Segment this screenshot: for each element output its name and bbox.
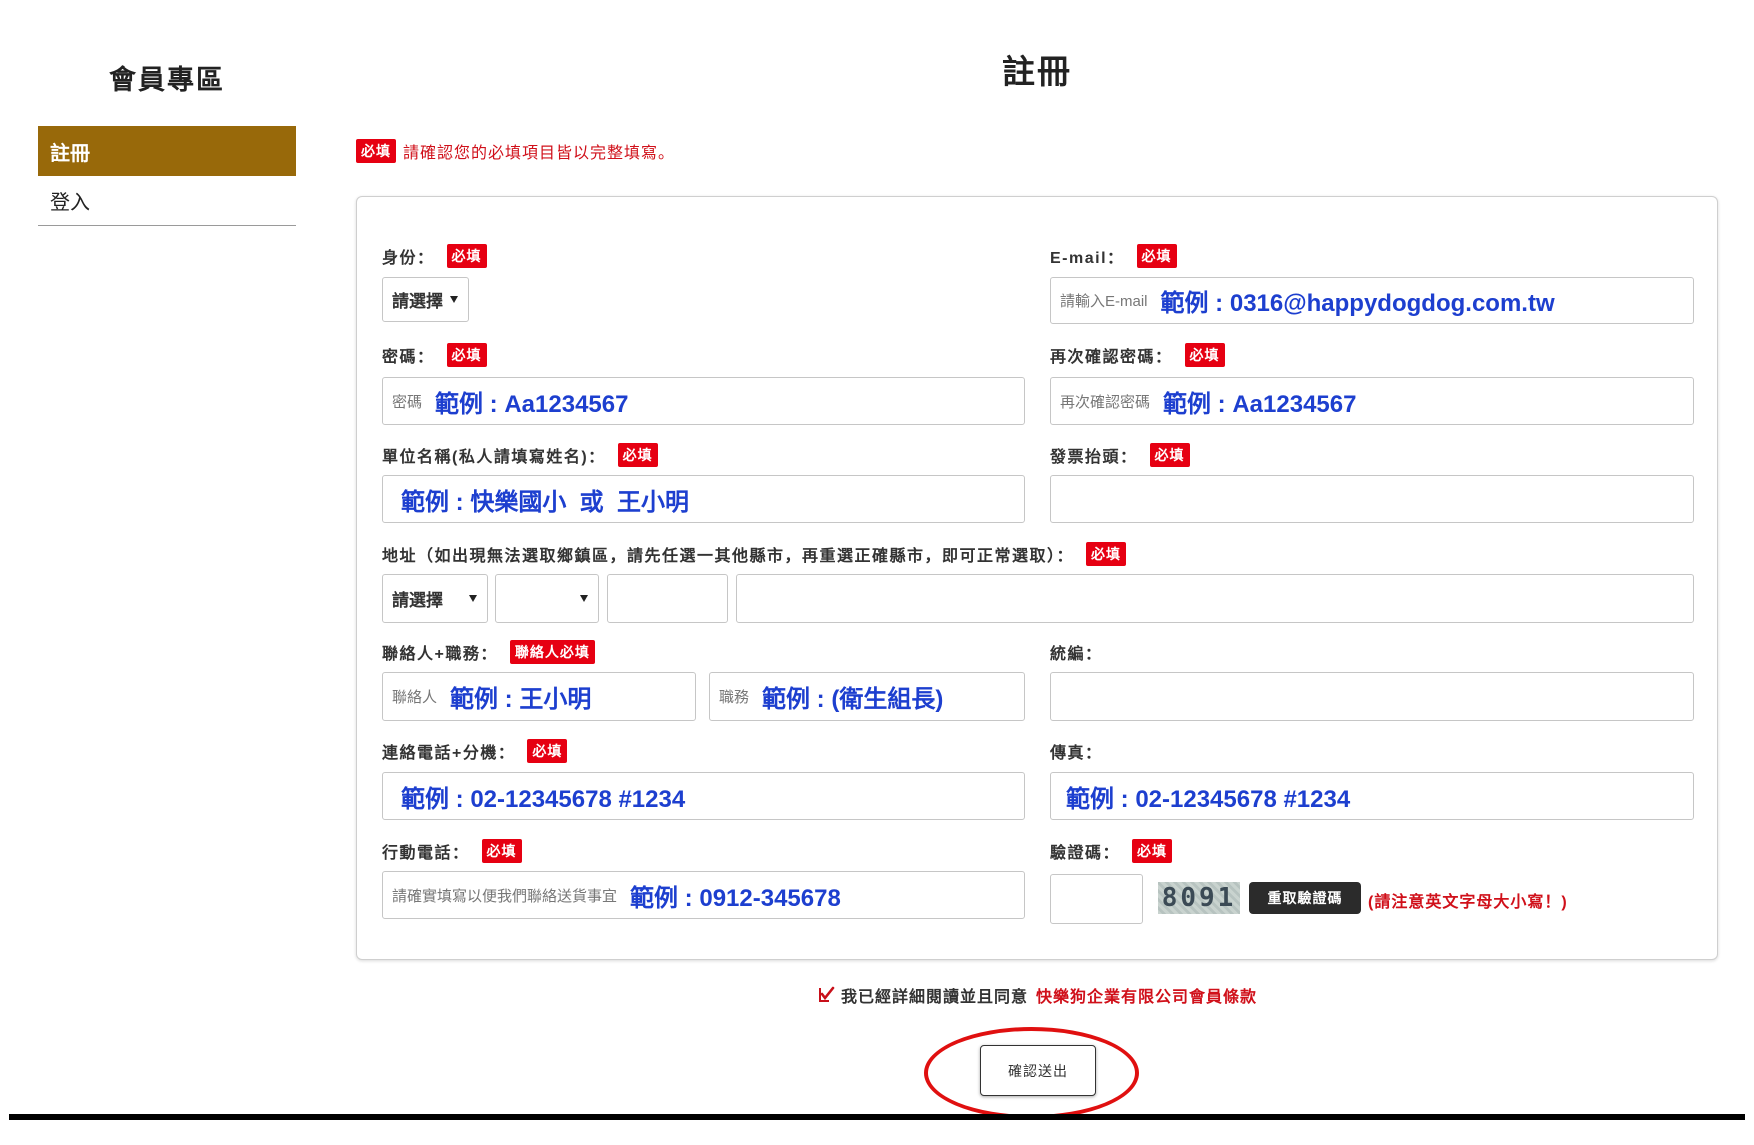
- email-placeholder: 請輸入E-mail: [1060, 293, 1148, 310]
- contact-title-example: 範例 : (衛生組長): [762, 686, 944, 713]
- password-field[interactable]: 密碼 範例 : Aa1234567: [382, 377, 1025, 425]
- identity-select-value: 請選擇: [392, 292, 443, 311]
- sidebar-title: 會員專區: [109, 65, 225, 95]
- identity-label-text: 身份：: [382, 250, 435, 267]
- contact-title-field[interactable]: 職務 範例 : (衛生組長): [709, 672, 1025, 721]
- footer-divider: [9, 1114, 1745, 1120]
- password-confirm-label: 再次確認密碼： 必填: [1050, 342, 1225, 368]
- chevron-down-icon: [450, 296, 458, 303]
- tax-id-label: 統編：: [1050, 639, 1103, 665]
- mobile-field[interactable]: 請確實填寫以便我們聯絡送貨事宜 範例 : 0912-345678: [382, 871, 1025, 919]
- refresh-captcha-button[interactable]: 重取驗證碼: [1249, 882, 1361, 914]
- password-label-text: 密碼：: [382, 349, 435, 366]
- password-confirm-label-text: 再次確認密碼：: [1050, 349, 1173, 366]
- password-confirm-field[interactable]: 再次確認密碼 範例 : Aa1234567: [1050, 377, 1694, 425]
- fax-example: 範例 : 02-12345678 #1234: [1066, 785, 1351, 813]
- sidebar-item-label: 登入: [50, 192, 90, 214]
- required-notice-text: 請確認您的必填項目皆以完整填寫。: [403, 145, 676, 162]
- captcha-label: 驗證碼： 必填: [1050, 838, 1173, 864]
- identity-select[interactable]: 請選擇: [382, 277, 469, 322]
- required-badge: 必填: [617, 443, 658, 467]
- address-street-field[interactable]: [736, 574, 1694, 623]
- chevron-down-icon: [580, 595, 588, 602]
- mobile-placeholder: 請確實填寫以便我們聯絡送貨事宜: [392, 887, 618, 905]
- agreement-row: 我已經詳細閱讀並且同意 快樂狗企業有限公司會員條款: [356, 983, 1718, 1007]
- password-placeholder: 密碼: [392, 393, 423, 411]
- contact-title-placeholder: 職務: [719, 689, 750, 706]
- mobile-example: 範例 : 0912-345678: [630, 884, 841, 912]
- password-label: 密碼： 必填: [382, 342, 487, 368]
- contact-name-placeholder: 聯絡人: [392, 689, 438, 706]
- password-example: 範例 : Aa1234567: [435, 390, 629, 418]
- captcha-image: 8091: [1158, 882, 1240, 914]
- organization-label-text: 單位名稱(私人請填寫姓名)：: [382, 449, 606, 466]
- required-badge: 必填: [356, 139, 396, 163]
- agreement-text: 我已經詳細閱讀並且同意: [840, 989, 1028, 1006]
- address-zip-field[interactable]: [607, 574, 728, 623]
- phone-label-text: 連絡電話+分機：: [382, 745, 516, 762]
- invoice-title-field[interactable]: [1050, 475, 1694, 523]
- phone-example: 範例 : 02-12345678 #1234: [401, 785, 686, 813]
- phone-field[interactable]: 範例 : 02-12345678 #1234: [382, 772, 1025, 820]
- contact-label: 聯絡人+職務： 聯絡人必填: [382, 639, 595, 665]
- address-district-select[interactable]: [495, 574, 599, 623]
- required-notice: 必填 請確認您的必填項目皆以完整填寫。: [356, 139, 675, 163]
- email-label: E-mail： 必填: [1050, 243, 1177, 269]
- required-badge: 必填: [446, 343, 487, 367]
- required-badge: 必填: [446, 244, 487, 268]
- contact-label-text: 聯絡人+職務：: [382, 646, 498, 663]
- submit-button[interactable]: 確認送出: [980, 1045, 1096, 1096]
- organization-label: 單位名稱(私人請填寫姓名)： 必填: [382, 442, 658, 468]
- required-badge: 必填: [1086, 542, 1127, 566]
- member-terms-link[interactable]: 快樂狗企業有限公司會員條款: [1036, 983, 1257, 1007]
- invoice-title-label-text: 發票抬頭：: [1050, 449, 1138, 466]
- tax-id-label-text: 統編：: [1050, 646, 1103, 663]
- address-city-value: 請選擇: [392, 591, 443, 610]
- password-confirm-placeholder: 再次確認密碼: [1060, 393, 1151, 411]
- required-badge: 必填: [527, 739, 568, 763]
- fax-label: 傳真：: [1050, 738, 1103, 764]
- invoice-title-label: 發票抬頭： 必填: [1050, 442, 1190, 468]
- registration-form: 身份： 必填 請選擇 E-mail： 必填 請輸入E-mail 範例 : 031…: [356, 196, 1718, 960]
- page-title: 註冊: [1002, 53, 1072, 90]
- address-label-text: 地址（如出現無法選取鄉鎮區，請先任選一其他縣市，再重選正確縣市，即可正常選取）：: [382, 548, 1075, 565]
- phone-label: 連絡電話+分機： 必填: [382, 738, 568, 764]
- checkmark-icon: [818, 986, 835, 1002]
- organization-example: 範例 : 快樂國小 或 王小明: [401, 488, 689, 516]
- mobile-label: 行動電話： 必填: [382, 838, 522, 864]
- organization-field[interactable]: 範例 : 快樂國小 或 王小明: [382, 475, 1025, 523]
- fax-label-text: 傳真：: [1050, 745, 1103, 762]
- fax-field[interactable]: 範例 : 02-12345678 #1234: [1050, 772, 1694, 820]
- address-city-select[interactable]: 請選擇: [382, 574, 488, 623]
- identity-label: 身份： 必填: [382, 243, 487, 269]
- tax-id-field[interactable]: [1050, 672, 1694, 721]
- password-confirm-example: 範例 : Aa1234567: [1163, 390, 1357, 418]
- captcha-input[interactable]: [1050, 874, 1143, 924]
- email-field[interactable]: 請輸入E-mail 範例 : 0316@happydogdog.com.tw: [1050, 277, 1694, 324]
- required-badge: 必填: [1132, 839, 1173, 863]
- required-badge: 必填: [481, 839, 522, 863]
- sidebar-item-register[interactable]: 註冊: [38, 126, 296, 176]
- required-badge: 必填: [1136, 244, 1177, 268]
- required-badge: 聯絡人必填: [509, 640, 595, 664]
- mobile-label-text: 行動電話：: [382, 845, 470, 862]
- required-badge: 必填: [1149, 443, 1190, 467]
- chevron-down-icon: [469, 595, 477, 602]
- address-label: 地址（如出現無法選取鄉鎮區，請先任選一其他縣市，再重選正確縣市，即可正常選取）：…: [382, 541, 1127, 567]
- contact-name-example: 範例 : 王小明: [450, 686, 592, 713]
- email-example: 範例 : 0316@happydogdog.com.tw: [1160, 290, 1555, 317]
- agreement-checkbox[interactable]: [817, 986, 835, 1004]
- sidebar-item-login[interactable]: 登入: [38, 176, 296, 226]
- contact-name-field[interactable]: 聯絡人 範例 : 王小明: [382, 672, 696, 721]
- required-badge: 必填: [1184, 343, 1225, 367]
- email-label-text: E-mail：: [1050, 250, 1125, 267]
- captcha-label-text: 驗證碼：: [1050, 845, 1121, 862]
- captcha-case-note: (請注意英文字母大小寫！): [1368, 894, 1568, 911]
- sidebar-item-label: 註冊: [50, 142, 90, 165]
